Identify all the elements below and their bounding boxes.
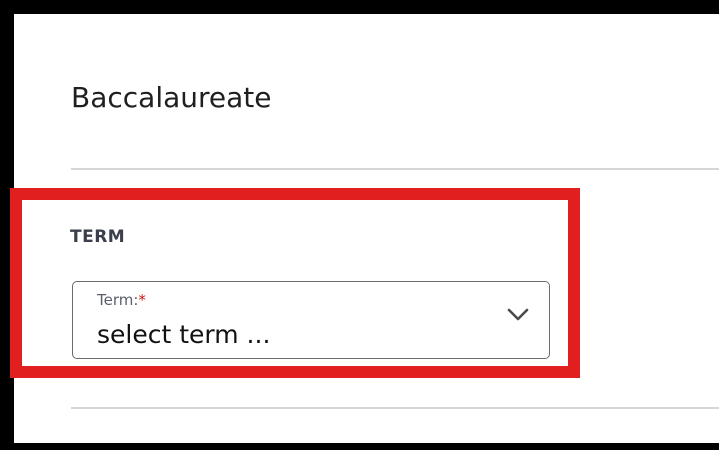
divider <box>71 168 719 170</box>
highlight-box <box>10 188 580 378</box>
page-title: Baccalaureate <box>71 81 272 114</box>
divider <box>71 407 719 409</box>
